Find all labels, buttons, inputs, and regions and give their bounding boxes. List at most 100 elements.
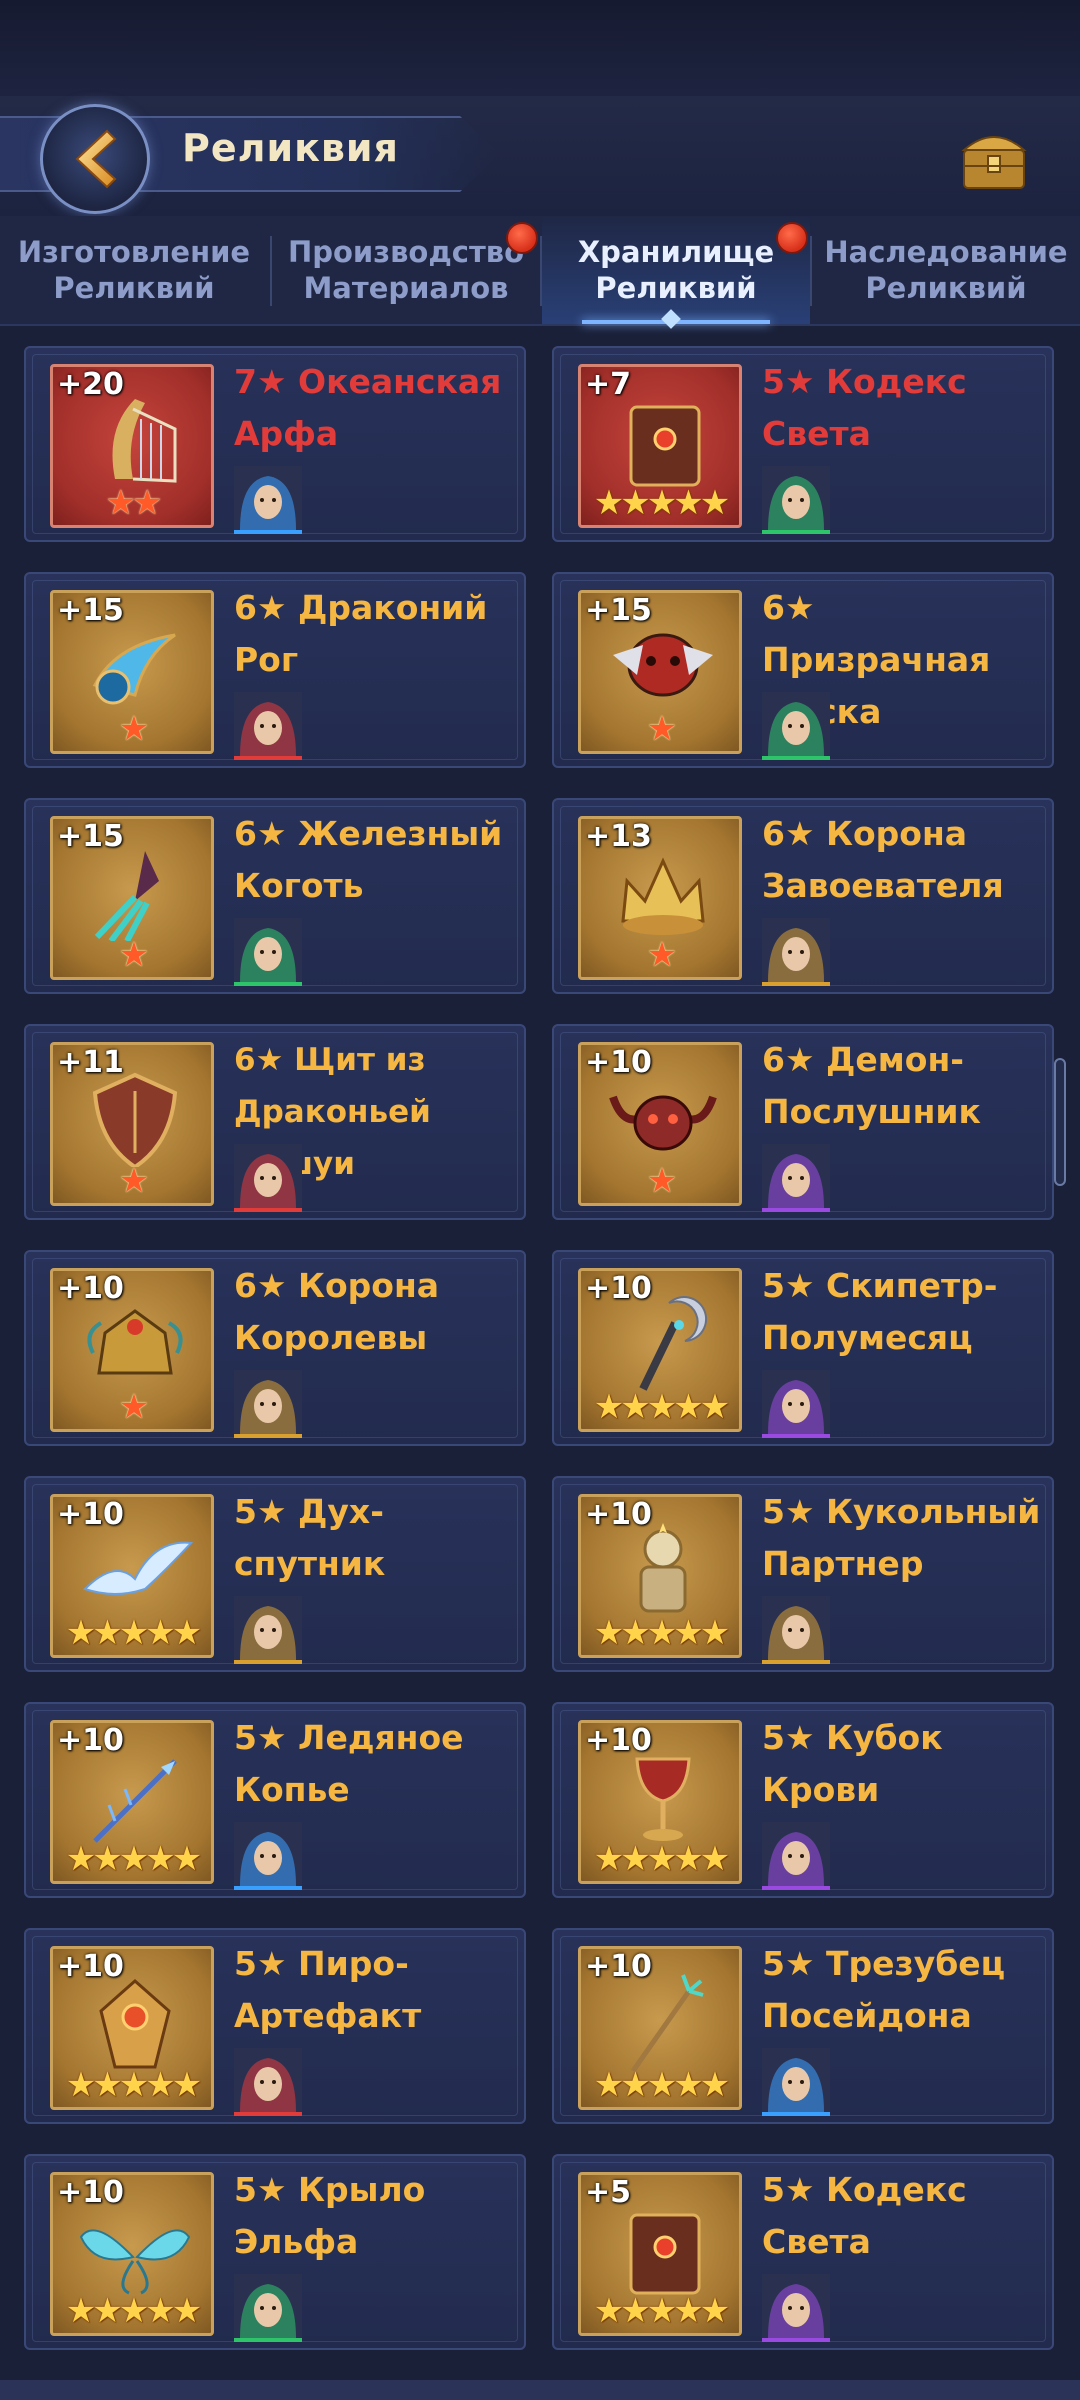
star-rating: ★★★★★: [593, 1613, 730, 1653]
relic-thumbnail[interactable]: +10 ★: [578, 1042, 742, 1206]
relic-thumbnail[interactable]: +11 ★: [50, 1042, 214, 1206]
relic-card[interactable]: +15 ★ 6★ Драконий Рог: [24, 572, 526, 768]
tab-material-production[interactable]: Производство Материалов: [272, 216, 540, 324]
hero-avatar[interactable]: [762, 2274, 830, 2342]
relic-card[interactable]: +10 ★★★★★ 5★ Кубок Крови: [552, 1702, 1054, 1898]
relic-thumbnail[interactable]: +15 ★: [50, 816, 214, 980]
relic-thumbnail[interactable]: +13 ★: [578, 816, 742, 980]
relic-card[interactable]: +13 ★ 6★ Корона Завоевателя: [552, 798, 1054, 994]
relic-card[interactable]: +10 ★★★★★ 5★ Кукольный Партнер: [552, 1476, 1054, 1672]
relic-thumbnail[interactable]: +10 ★★★★★: [50, 2172, 214, 2336]
hero-portrait-icon: [762, 2048, 830, 2112]
hero-avatar[interactable]: [762, 466, 830, 534]
hero-portrait-icon: [234, 2048, 302, 2112]
mask-icon: [613, 633, 713, 697]
relic-thumbnail[interactable]: +10 ★★★★★: [578, 1494, 742, 1658]
shield-icon: [92, 1072, 178, 1167]
wing-icon: [79, 2229, 191, 2295]
relic-name: 5★ Скипетр- Полумесяц: [762, 1266, 998, 1357]
relic-card[interactable]: +5 ★★★★★ 5★ Кодекс Света: [552, 2154, 1054, 2350]
hero-avatar[interactable]: [234, 1596, 302, 1664]
back-button[interactable]: [40, 104, 150, 214]
relic-level: +13: [585, 819, 652, 854]
relic-thumbnail[interactable]: +15 ★: [578, 590, 742, 754]
relic-card[interactable]: +10 ★ 6★ Демон- Послушник: [552, 1024, 1054, 1220]
relic-name: 6★ Драконий Рог: [234, 588, 488, 679]
hero-avatar[interactable]: [762, 1822, 830, 1890]
treasure-chest-icon[interactable]: [956, 120, 1032, 196]
relic-thumbnail[interactable]: +10 ★★★★★: [50, 1946, 214, 2110]
tab-relic-storage[interactable]: Хранилище Реликвий: [542, 216, 810, 324]
relic-level: +10: [585, 1949, 652, 1984]
star-rating: ★★★★★: [65, 2065, 202, 2105]
star-rating: ★★★★★: [65, 2291, 202, 2331]
relic-thumbnail[interactable]: +20 ★★: [50, 364, 214, 528]
tab-relic-inheritance[interactable]: Наследование Реликвий: [812, 216, 1080, 324]
hero-portrait-icon: [234, 918, 302, 982]
relic-thumbnail[interactable]: +15 ★: [50, 590, 214, 754]
relic-thumbnail[interactable]: +7 ★★★★★: [578, 364, 742, 528]
star-rating: ★: [646, 709, 677, 749]
relic-name: 5★ Пиро- Артефакт: [234, 1944, 422, 2035]
harp-icon: [112, 399, 177, 483]
relic-thumbnail[interactable]: +10 ★★★★★: [578, 1268, 742, 1432]
relic-level: +20: [57, 367, 124, 402]
status-area: [0, 0, 1080, 96]
hero-avatar[interactable]: [762, 1596, 830, 1664]
hero-avatar[interactable]: [234, 1370, 302, 1438]
tab-relic-crafting[interactable]: Изготовление Реликвий: [0, 216, 268, 324]
hero-avatar[interactable]: [762, 692, 830, 760]
hero-avatar[interactable]: [234, 1144, 302, 1212]
hero-avatar[interactable]: [762, 1144, 830, 1212]
relic-thumbnail[interactable]: +10 ★★★★★: [578, 1946, 742, 2110]
notification-dot: [776, 222, 808, 254]
relic-thumbnail[interactable]: +10 ★★★★★: [50, 1720, 214, 1884]
hero-portrait-icon: [762, 1370, 830, 1434]
relic-thumbnail[interactable]: +10 ★: [50, 1268, 214, 1432]
relic-name: 5★ Ледяное Копье: [234, 1718, 464, 1809]
relic-card[interactable]: +10 ★★★★★ 5★ Скипетр- Полумесяц: [552, 1250, 1054, 1446]
hero-portrait-icon: [762, 1596, 830, 1660]
hero-portrait-icon: [762, 466, 830, 530]
relic-level: +15: [57, 819, 124, 854]
hero-avatar[interactable]: [762, 2048, 830, 2116]
relic-name: 6★ Корона Завоевателя: [762, 814, 1004, 905]
relic-card[interactable]: +10 ★★★★★ 5★ Пиро- Артефакт: [24, 1928, 526, 2124]
hero-avatar[interactable]: [234, 692, 302, 760]
hero-portrait-icon: [234, 1370, 302, 1434]
hero-avatar[interactable]: [762, 1370, 830, 1438]
hero-avatar[interactable]: [234, 1822, 302, 1890]
relic-thumbnail[interactable]: +5 ★★★★★: [578, 2172, 742, 2336]
relic-card[interactable]: +10 ★★★★★ 5★ Ледяное Копье: [24, 1702, 526, 1898]
relic-name: 6★ Корона Королевы: [234, 1266, 440, 1357]
notification-dot: [506, 222, 538, 254]
codex-icon: [629, 405, 701, 487]
scrollbar[interactable]: [1054, 1058, 1066, 1186]
scepter-icon: [639, 1296, 708, 1391]
claw-icon: [94, 851, 159, 941]
relic-card[interactable]: +10 ★★★★★ 5★ Крыло Эльфа: [24, 2154, 526, 2350]
hero-avatar[interactable]: [234, 918, 302, 986]
hero-avatar[interactable]: [234, 466, 302, 534]
relic-level: +10: [57, 1271, 124, 1306]
star-rating: ★★★★★: [593, 2065, 730, 2105]
relic-card[interactable]: +10 ★★★★★ 5★ Трезубец Посейдона: [552, 1928, 1054, 2124]
hero-avatar[interactable]: [234, 2048, 302, 2116]
relic-level: +10: [585, 1271, 652, 1306]
relic-card[interactable]: +10 ★★★★★ 5★ Дух-спутник: [24, 1476, 526, 1672]
relic-thumbnail[interactable]: +10 ★★★★★: [578, 1720, 742, 1884]
relic-thumbnail[interactable]: +10 ★★★★★: [50, 1494, 214, 1658]
relic-name: 5★ Кукольный Партнер: [762, 1492, 1041, 1583]
relic-card[interactable]: +20 ★★ 7★ Океанская Арфа: [24, 346, 526, 542]
relic-card[interactable]: +10 ★ 6★ Корона Королевы: [24, 1250, 526, 1446]
relic-card[interactable]: +15 ★ 6★ Железный Коготь: [24, 798, 526, 994]
relic-card[interactable]: +15★6★ Призрачная Маска: [552, 572, 1054, 768]
relic-level: +10: [585, 1045, 652, 1080]
spear-icon: [93, 1759, 177, 1843]
hero-avatar[interactable]: [234, 2274, 302, 2342]
relic-card[interactable]: +11★6★ Щит из Драконьей Чешуи: [24, 1024, 526, 1220]
hero-avatar[interactable]: [762, 918, 830, 986]
relic-level: +10: [57, 1723, 124, 1758]
star-rating: ★: [118, 709, 149, 749]
relic-card[interactable]: +7 ★★★★★ 5★ Кодекс Света: [552, 346, 1054, 542]
